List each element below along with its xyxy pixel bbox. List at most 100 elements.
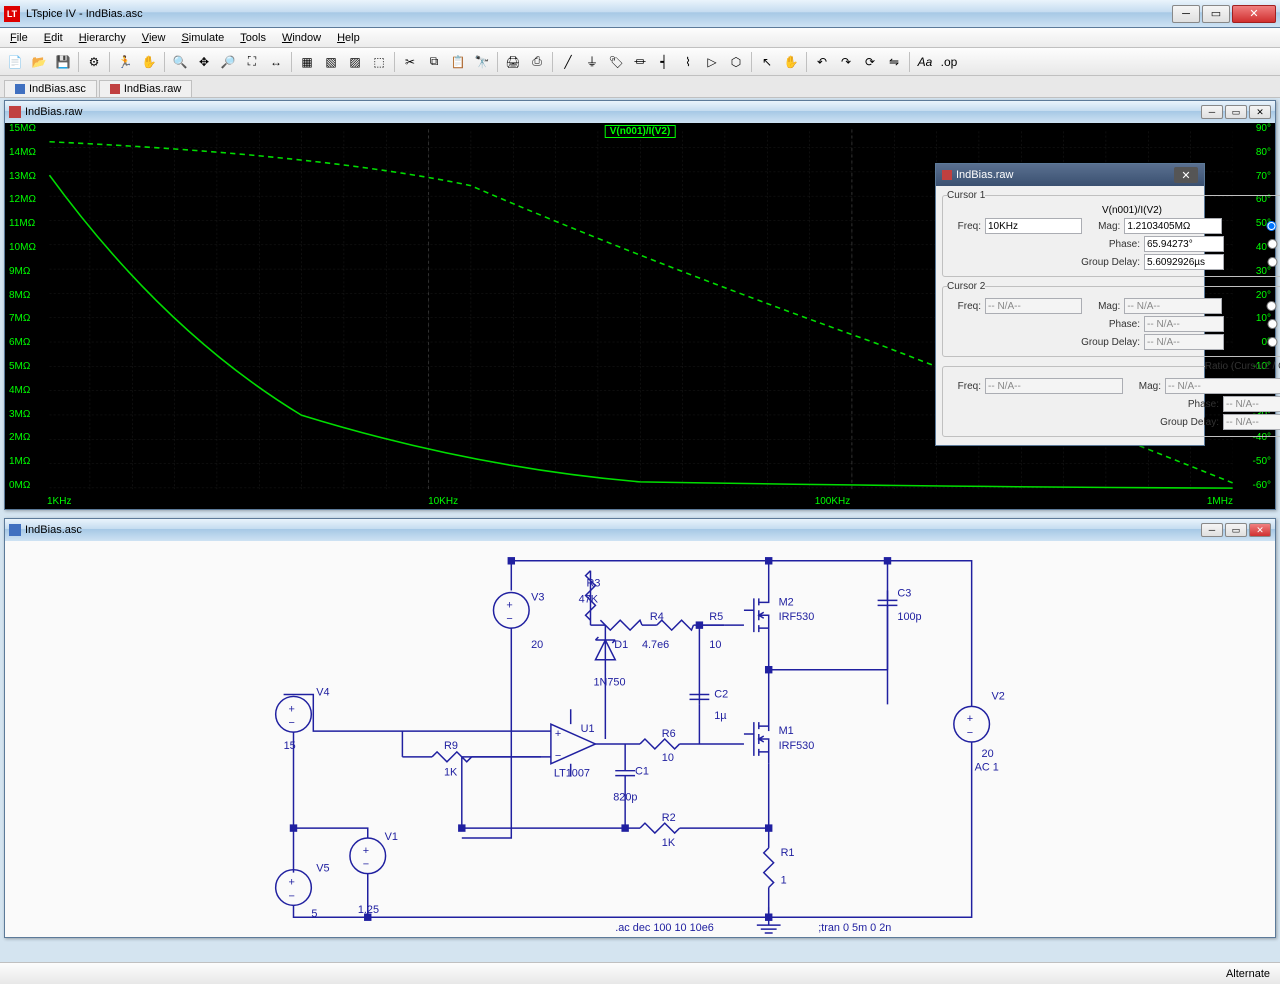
value-M1[interactable]: IRF530	[779, 740, 815, 752]
value-C3[interactable]: 100p	[897, 611, 921, 623]
tab-schematic[interactable]: IndBias.asc	[4, 80, 97, 97]
plot-titlebar[interactable]: IndBias.raw ─ ▭ ✕	[5, 101, 1275, 123]
plot-area[interactable]: V(n001)/I(V2) 15MΩ14MΩ13MΩ12MΩ11MΩ10MΩ9M…	[5, 123, 1275, 509]
capacitor-C2[interactable]	[690, 625, 710, 704]
spice-tran-directive[interactable]: ;tran 0 5m 0 2n	[818, 922, 891, 934]
mirror-button[interactable]: ⇋	[883, 51, 905, 73]
label-R9[interactable]: R9	[444, 740, 458, 752]
value-V2[interactable]: 20	[982, 748, 994, 760]
label-V3[interactable]: V3	[531, 591, 544, 603]
label-R2[interactable]: R2	[662, 812, 676, 824]
label-R4[interactable]: R4	[650, 611, 664, 623]
undo-button[interactable]: ↶	[811, 51, 833, 73]
capacitor-button[interactable]: ┥	[653, 51, 675, 73]
diode-D1[interactable]	[595, 637, 615, 660]
value-C1[interactable]: 820p	[613, 791, 637, 803]
control-panel-button[interactable]: ⚙	[83, 51, 105, 73]
label-D1[interactable]: D1	[614, 639, 628, 651]
cursor1-freq-input[interactable]	[985, 218, 1082, 234]
value-C2[interactable]: 1µ	[714, 710, 727, 722]
inductor-button[interactable]: ⌇	[677, 51, 699, 73]
schematic-titlebar[interactable]: IndBias.asc ─ ▭ ✕	[5, 519, 1275, 541]
maximize-button[interactable]: ▭	[1202, 5, 1230, 23]
component-button[interactable]: ⬡	[725, 51, 747, 73]
plot-maximize-button[interactable]: ▭	[1225, 105, 1247, 119]
value-R4[interactable]: 4.7e6	[642, 639, 669, 651]
schematic-minimize-button[interactable]: ─	[1201, 523, 1223, 537]
capacitor-C1[interactable]	[615, 744, 635, 828]
schematic-close-button[interactable]: ✕	[1249, 523, 1271, 537]
label-C1[interactable]: C1	[635, 766, 649, 778]
menu-hierarchy[interactable]: Hierarchy	[71, 30, 134, 46]
toggle3-button[interactable]: ▨	[344, 51, 366, 73]
print-button[interactable]: 🖨	[502, 51, 524, 73]
plot-minimize-button[interactable]: ─	[1201, 105, 1223, 119]
menu-simulate[interactable]: Simulate	[173, 30, 232, 46]
resistor-R2[interactable]	[640, 823, 680, 833]
menu-view[interactable]: View	[134, 30, 174, 46]
label-M2[interactable]: M2	[779, 596, 794, 608]
menu-tools[interactable]: Tools	[232, 30, 274, 46]
label-R1[interactable]: R1	[781, 847, 795, 859]
paste-button[interactable]: 📋	[447, 51, 469, 73]
cursor1-gd-input[interactable]	[1144, 254, 1224, 270]
new-schematic-button[interactable]: 📄	[4, 51, 26, 73]
minimize-button[interactable]: ─	[1172, 5, 1200, 23]
value-R6[interactable]: 10	[662, 752, 674, 764]
resistor-R1[interactable]	[764, 848, 774, 888]
cursor1-mag-input[interactable]	[1124, 218, 1221, 234]
spice-directive-button[interactable]: .op	[938, 51, 960, 73]
menu-edit[interactable]: Edit	[36, 30, 71, 46]
pick-button[interactable]: ⬚	[368, 51, 390, 73]
close-button[interactable]: ✕	[1232, 5, 1276, 23]
value-D1[interactable]: 1N750	[593, 677, 625, 689]
halt-button[interactable]: ✋	[138, 51, 160, 73]
label-R3[interactable]: R3	[587, 578, 601, 590]
cursor-titlebar[interactable]: IndBias.raw ✕	[936, 164, 1204, 186]
value-R9[interactable]: 1K	[444, 767, 458, 779]
label -V1[interactable]: V1	[385, 831, 398, 843]
cursor2-phase-radio[interactable]	[1228, 319, 1280, 329]
ground-button[interactable]: ⏚	[581, 51, 603, 73]
menu-help[interactable]: Help	[329, 30, 368, 46]
label-C3[interactable]: C3	[897, 587, 911, 599]
plot-close-button[interactable]: ✕	[1249, 105, 1271, 119]
label-button[interactable]: 🏷	[605, 51, 627, 73]
label-V4[interactable]: V4	[316, 686, 329, 698]
mosfet-M2[interactable]	[744, 589, 769, 640]
value-R2[interactable]: 1K	[662, 837, 676, 849]
rotate-button[interactable]: ⟳	[859, 51, 881, 73]
zoom-fit-button[interactable]: ⛶	[241, 51, 263, 73]
setup-button[interactable]: ⎙	[526, 51, 548, 73]
redo-button[interactable]: ↷	[835, 51, 857, 73]
value-M2[interactable]: IRF530	[779, 611, 815, 623]
cursor2-gd-radio[interactable]	[1228, 337, 1280, 347]
value-R1[interactable]: 1	[781, 875, 787, 887]
label-V2[interactable]: V2	[991, 690, 1004, 702]
tab-waveform[interactable]: IndBias.raw	[99, 80, 192, 97]
cursor1-phase-radio[interactable]	[1228, 239, 1280, 249]
resistor-R6[interactable]	[640, 739, 680, 749]
cursor2-mag-radio[interactable]	[1226, 301, 1280, 311]
value-V3[interactable]: 20	[531, 639, 543, 651]
label-R5[interactable]: R5	[709, 611, 723, 623]
label-R6[interactable]: R6	[662, 728, 676, 740]
spice-ac-directive[interactable]: .ac dec 100 10 10e6	[615, 922, 714, 934]
value2-V2[interactable]: AC 1	[975, 762, 999, 774]
run-button[interactable]: 🏃	[114, 51, 136, 73]
menu-window[interactable]: Window	[274, 30, 329, 46]
cursor1-gd-radio[interactable]	[1228, 257, 1280, 267]
open-button[interactable]: 📂	[28, 51, 50, 73]
value-V1[interactable]: 1.25	[358, 904, 379, 916]
resistor-button[interactable]: ⏛	[629, 51, 651, 73]
toggle2-button[interactable]: ▧	[320, 51, 342, 73]
label-V5[interactable]: V5	[316, 863, 329, 875]
pan-button[interactable]: ✥	[193, 51, 215, 73]
schematic-canvas[interactable]: + − + −	[5, 541, 1275, 937]
cursor-window[interactable]: IndBias.raw ✕ Cursor 1 V(n001)/I(V2) Fre…	[935, 163, 1205, 446]
autorange-button[interactable]: ↔	[265, 51, 287, 73]
cursor1-mag-radio[interactable]	[1226, 221, 1280, 231]
copy-button[interactable]: ⧉	[423, 51, 445, 73]
move-button[interactable]: ↖	[756, 51, 778, 73]
schematic-maximize-button[interactable]: ▭	[1225, 523, 1247, 537]
